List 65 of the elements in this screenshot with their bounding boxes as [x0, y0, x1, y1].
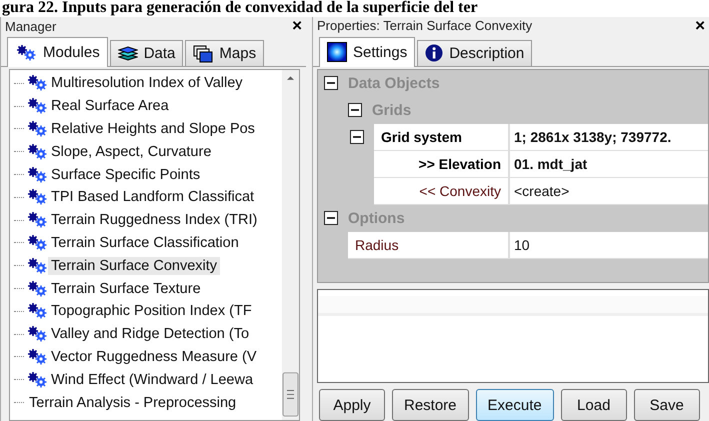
property-name: >> Elevation [374, 150, 510, 178]
tree-item[interactable]: Terrain Surface Classification [48, 234, 242, 252]
gears-icon [26, 234, 48, 251]
action-button[interactable]: Apply [319, 389, 385, 421]
tab[interactable]: Description [417, 40, 532, 66]
property-value[interactable]: 10 [510, 232, 708, 259]
action-button[interactable]: Save [634, 389, 700, 421]
tree-item[interactable]: Surface Specific Points [48, 166, 204, 184]
gears-icon [26, 212, 48, 228]
tree-item[interactable]: Wind Effect (Windward / Leewa [48, 370, 256, 389]
close-button[interactable]: × [695, 18, 705, 34]
action-button[interactable]: Load [560, 389, 627, 421]
tab[interactable]: Maps [185, 40, 264, 66]
category-label: Data Objects [348, 74, 440, 92]
category-label: Grids [372, 102, 412, 119]
gears-icon [26, 280, 48, 297]
gears-icon [26, 348, 48, 365]
layers-icon [118, 46, 138, 61]
gears-icon [26, 303, 48, 320]
gears-icon [15, 44, 37, 60]
tree-item[interactable]: Relative Heights and Slope Pos [48, 120, 258, 138]
tree-item[interactable]: Terrain Surface Convexity [48, 256, 220, 275]
tab[interactable]: Data [110, 40, 184, 66]
collapse-toggle-icon[interactable] [324, 76, 338, 90]
gears-icon [26, 326, 48, 342]
tree-item[interactable]: Multiresolution Index of Valley [48, 74, 246, 92]
property-name: Grid system [374, 124, 510, 151]
tree-item[interactable]: Real Surface Area [48, 97, 172, 116]
info-icon [425, 44, 444, 62]
property-value[interactable]: <create> [510, 178, 708, 205]
tree-item[interactable]: Topographic Position Index (TF [48, 302, 255, 320]
windows-icon [193, 44, 214, 62]
scrollbar[interactable] [282, 70, 299, 420]
figure-caption: gura 22. Inputs para generación de convexidad de la superficie del ter [1, 0, 479, 17]
tree-item[interactable]: Slope, Aspect, Curvature [48, 142, 214, 161]
gears-icon [26, 189, 48, 206]
tab[interactable]: Settings [319, 36, 416, 67]
tree-item[interactable]: Terrain Ruggedness Index (TRI) [48, 211, 260, 230]
gears-icon [26, 166, 48, 183]
category-label: Options [348, 210, 405, 227]
tree-item[interactable]: Terrain Analysis - Preprocessing [26, 394, 240, 412]
panel-title: Manager [5, 18, 56, 34]
tree-item[interactable]: Vector Ruggedness Measure (V [48, 348, 260, 366]
panel-title: Properties: Terrain Surface Convexity [317, 18, 532, 34]
square-icon [327, 42, 347, 62]
gears-icon [26, 144, 48, 160]
gears-icon [26, 120, 48, 137]
action-button[interactable]: Execute [476, 389, 554, 421]
tab[interactable]: Modules [7, 37, 108, 67]
collapse-toggle-icon[interactable] [350, 130, 364, 144]
gears-icon [26, 75, 48, 92]
action-button[interactable]: Restore [392, 389, 469, 421]
gears-icon [26, 258, 48, 274]
gears-icon [26, 372, 48, 388]
gears-icon [26, 98, 48, 114]
close-button[interactable]: × [292, 18, 302, 34]
property-value[interactable]: 01. mdt_jat [510, 150, 708, 178]
collapse-toggle-icon[interactable] [324, 211, 338, 226]
property-name: Radius [348, 232, 510, 259]
tree-item[interactable]: TPI Based Landform Classificat [48, 188, 258, 206]
collapse-toggle-icon[interactable] [348, 103, 362, 118]
property-name: << Convexity [374, 178, 510, 205]
tree-item[interactable]: Valley and Ridge Detection (To [48, 325, 252, 344]
property-value[interactable]: 1; 2861x 3138y; 739772. [510, 124, 708, 151]
tree-item[interactable]: Terrain Surface Texture [48, 280, 204, 298]
